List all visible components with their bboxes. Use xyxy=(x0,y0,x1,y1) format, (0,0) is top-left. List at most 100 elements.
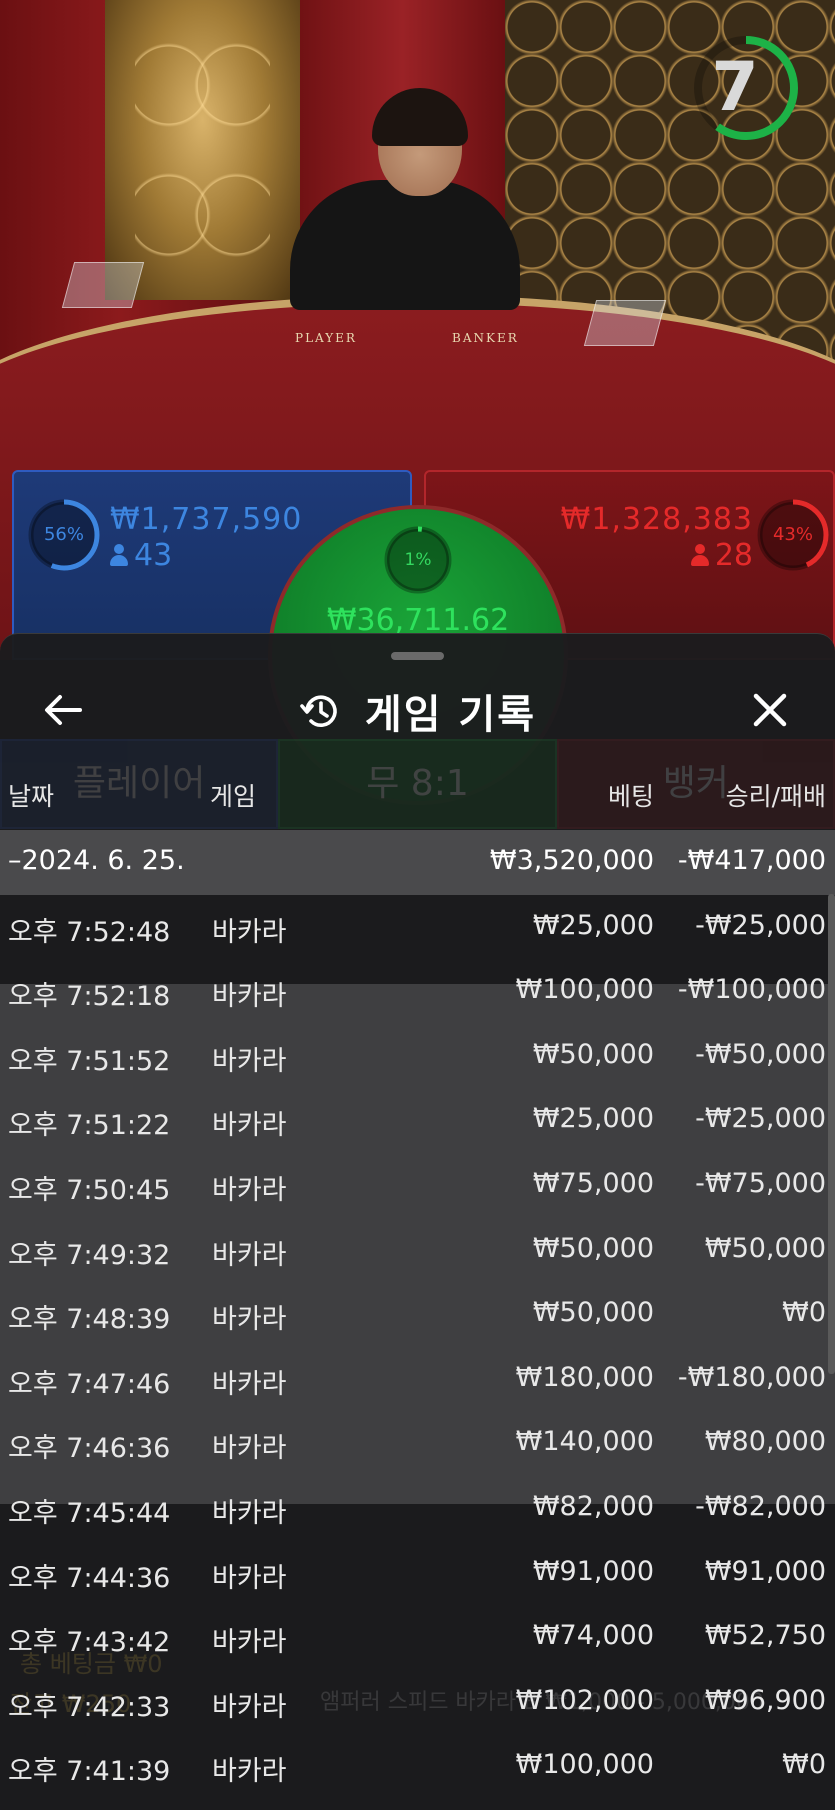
person-icon xyxy=(690,544,709,566)
row-game: 바카라 xyxy=(212,1433,287,1465)
history-row[interactable]: 오후 7:43:42 바카라 ₩74,000 ₩52,750 xyxy=(0,1605,835,1670)
row-bet: ₩50,000 xyxy=(532,1232,654,1264)
row-bet: ₩82,000 xyxy=(532,1490,654,1522)
person-icon xyxy=(110,544,128,566)
dealer-body xyxy=(290,180,520,310)
sheet-drag-handle[interactable] xyxy=(391,652,444,660)
row-time: 오후 7:41:39 xyxy=(8,1756,171,1788)
row-time: 오후 7:47:46 xyxy=(8,1368,171,1400)
row-game: 바카라 xyxy=(212,1239,287,1271)
felt-player-label: PLAYER xyxy=(295,331,357,345)
countdown-value: 7 xyxy=(711,48,759,127)
history-row[interactable]: 오후 7:44:36 바카라 ₩91,000 ₩91,000 xyxy=(0,1541,835,1606)
player-percent-ring: 56% xyxy=(26,497,102,573)
sheet-header: 게임 기록 xyxy=(0,676,835,746)
banker-percent-ring: 43% xyxy=(755,497,831,573)
history-row[interactable]: 오후 7:51:22 바카라 ₩25,000 -₩25,000 xyxy=(0,1088,835,1153)
history-row[interactable]: 오후 7:47:46 바카라 ₩180,000 -₩180,000 xyxy=(0,1347,835,1412)
row-game: 바카라 xyxy=(212,1691,287,1723)
history-scrollbar[interactable] xyxy=(828,894,835,1374)
row-bet: ₩25,000 xyxy=(532,1103,654,1135)
row-game: 바카라 xyxy=(212,1304,287,1336)
row-bet: ₩100,000 xyxy=(515,1749,654,1781)
card-shoe-left xyxy=(61,262,145,308)
banker-bet-amount: ₩1,328,383 xyxy=(560,502,753,537)
row-time: 오후 7:45:44 xyxy=(8,1497,171,1529)
player-bettor-count: 43 xyxy=(110,538,172,573)
row-bet: ₩25,000 xyxy=(532,909,654,941)
row-game: 바카라 xyxy=(212,981,287,1013)
history-list[interactable]: –2024. 6. 25. ₩3,520,000 -₩417,000 오후 7:… xyxy=(0,830,835,1799)
column-date: 날짜 xyxy=(8,782,55,811)
row-result: -₩50,000 xyxy=(695,1038,826,1070)
row-time: 오후 7:52:18 xyxy=(8,981,171,1013)
row-game: 바카라 xyxy=(212,1368,287,1400)
row-result: -₩100,000 xyxy=(677,974,826,1006)
row-time: 오후 7:51:52 xyxy=(8,1045,171,1077)
column-game: 게임 xyxy=(210,782,257,811)
row-result: ₩52,750 xyxy=(704,1620,826,1652)
player-percent: 56% xyxy=(43,524,84,545)
player-count-value: 43 xyxy=(134,538,173,573)
banker-count-value: 28 xyxy=(714,538,753,573)
row-game: 바카라 xyxy=(212,1756,287,1788)
row-result: ₩50,000 xyxy=(704,1232,826,1264)
summary-result-total: -₩417,000 xyxy=(677,845,826,876)
history-row[interactable]: 오후 7:50:45 바카라 ₩75,000 -₩75,000 xyxy=(0,1153,835,1218)
row-time: 오후 7:44:36 xyxy=(8,1562,171,1594)
row-game: 바카라 xyxy=(212,1627,287,1659)
history-row[interactable]: 오후 7:41:39 바카라 ₩100,000 ₩0 xyxy=(0,1734,835,1799)
row-time: 오후 7:49:32 xyxy=(8,1239,171,1271)
tie-percent-ring: 1% xyxy=(382,524,454,596)
row-game: 바카라 xyxy=(212,1110,287,1142)
history-row[interactable]: 오후 7:52:18 바카라 ₩100,000 -₩100,000 xyxy=(0,959,835,1024)
row-time: 오후 7:51:22 xyxy=(8,1110,171,1142)
row-game: 바카라 xyxy=(212,1174,287,1206)
close-button[interactable] xyxy=(744,684,796,736)
row-time: 오후 7:50:45 xyxy=(8,1174,171,1206)
row-game: 바카라 xyxy=(212,916,287,948)
history-row[interactable]: 오후 7:48:39 바카라 ₩50,000 ₩0 xyxy=(0,1282,835,1347)
row-result: ₩0 xyxy=(782,1297,826,1329)
column-result: 승리/패배 xyxy=(725,782,826,811)
history-column-header: 날짜 게임 베팅 승리/패배 xyxy=(0,769,835,815)
history-row[interactable]: 오후 7:51:52 바카라 ₩50,000 -₩50,000 xyxy=(0,1024,835,1089)
history-row[interactable]: 오후 7:52:48 바카라 ₩25,000 -₩25,000 xyxy=(0,895,835,960)
row-bet: ₩50,000 xyxy=(532,1038,654,1070)
row-result: ₩80,000 xyxy=(704,1426,826,1458)
row-result: ₩0 xyxy=(782,1749,826,1781)
date-group-summary-row[interactable]: –2024. 6. 25. ₩3,520,000 -₩417,000 xyxy=(0,830,835,895)
row-bet: ₩91,000 xyxy=(532,1555,654,1587)
row-time: 오후 7:43:42 xyxy=(8,1627,171,1659)
history-row[interactable]: 오후 7:45:44 바카라 ₩82,000 -₩82,000 xyxy=(0,1476,835,1541)
row-result: -₩25,000 xyxy=(695,1103,826,1135)
row-time: 오후 7:42:33 xyxy=(8,1691,171,1723)
summary-bet-total: ₩3,520,000 xyxy=(489,845,654,876)
banker-bettor-count: 28 xyxy=(690,538,753,573)
history-icon xyxy=(300,695,337,727)
gold-wall-panel xyxy=(105,0,300,300)
row-game: 바카라 xyxy=(212,1497,287,1529)
row-time: 오후 7:52:48 xyxy=(8,916,171,948)
row-result: ₩91,000 xyxy=(704,1555,826,1587)
row-bet: ₩180,000 xyxy=(515,1361,654,1393)
tie-percent: 1% xyxy=(404,550,432,570)
sheet-title: 게임 기록 xyxy=(364,692,537,738)
row-bet: ₩140,000 xyxy=(515,1426,654,1458)
felt-banker-label: BANKER xyxy=(452,331,519,345)
banker-percent: 43% xyxy=(772,524,813,545)
card-shoe-right xyxy=(583,300,667,346)
history-row[interactable]: 오후 7:49:32 바카라 ₩50,000 ₩50,000 xyxy=(0,1218,835,1283)
player-bet-amount: ₩1,737,590 xyxy=(110,502,303,537)
row-result: ₩96,900 xyxy=(704,1684,826,1716)
row-bet: ₩102,000 xyxy=(515,1684,654,1716)
row-result: -₩82,000 xyxy=(695,1490,826,1522)
summary-date: –2024. 6. 25. xyxy=(8,845,185,876)
countdown-timer: 7 xyxy=(690,32,802,144)
row-time: 오후 7:46:36 xyxy=(8,1433,171,1465)
row-game: 바카라 xyxy=(212,1562,287,1594)
history-row[interactable]: 오후 7:46:36 바카라 ₩140,000 ₩80,000 xyxy=(0,1411,835,1476)
history-row[interactable]: 오후 7:42:33 바카라 ₩102,000 ₩96,900 xyxy=(0,1670,835,1735)
row-result: -₩180,000 xyxy=(677,1361,826,1393)
row-result: -₩25,000 xyxy=(695,909,826,941)
